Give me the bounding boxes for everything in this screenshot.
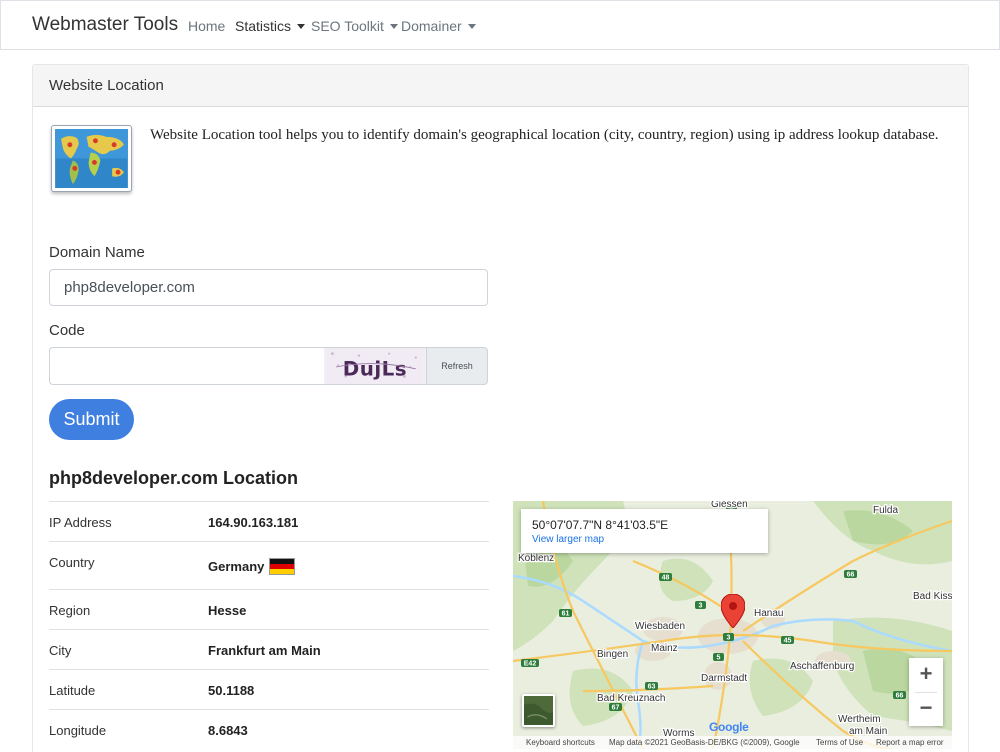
tool-description: Website Location tool helps you to ident… — [150, 127, 939, 143]
zoom-in-button[interactable]: + — [909, 658, 943, 692]
place-label: Mainz — [651, 643, 678, 654]
top-navbar: Webmaster Tools Home Statistics SEO Tool… — [0, 0, 1000, 50]
result-key: Region — [49, 603, 91, 618]
road-number-label: 3 — [727, 635, 731, 642]
nav-seo-toolkit[interactable]: SEO Toolkit — [311, 18, 398, 34]
place-label: Bad Kreuznach — [597, 693, 665, 704]
card-header: Website Location — [33, 65, 968, 107]
report-map-error-link[interactable]: Report a map error — [876, 738, 944, 747]
result-row-city: City Frankfurt am Main — [49, 629, 489, 669]
nav-statistics-label: Statistics — [235, 18, 292, 34]
caret-down-icon — [389, 24, 398, 29]
road-number-label: 45 — [784, 638, 792, 645]
google-logo-text: Google — [709, 720, 749, 734]
domain-name-label: Domain Name — [49, 244, 145, 261]
place-label: Aschaffenburg — [790, 661, 854, 672]
captcha-text: DujLs — [343, 357, 407, 380]
nav-home-label: Home — [188, 18, 226, 34]
nav-statistics[interactable]: Statistics — [235, 18, 306, 34]
caret-down-icon — [297, 24, 306, 29]
road-number-label: 66 — [896, 693, 904, 700]
nav-home[interactable]: Home — [188, 18, 225, 34]
road-number-label: 66 — [847, 572, 855, 579]
map-attribution-bar: Keyboard shortcuts Map data ©2021 GeoBas… — [513, 736, 952, 749]
world-map-icon — [51, 125, 132, 192]
place-label: Wertheim — [838, 714, 881, 725]
submit-button[interactable]: Submit — [49, 399, 134, 440]
nav-domainer-label: Domainer — [401, 18, 462, 34]
card-title: Website Location — [49, 77, 164, 94]
road-number-label: 61 — [562, 611, 570, 618]
result-title: php8developer.com Location — [49, 468, 299, 488]
road-number-label: E42 — [524, 661, 537, 668]
place-label: Darmstadt — [701, 673, 747, 684]
nav-seo-toolkit-label: SEO Toolkit — [311, 18, 384, 34]
zoom-out-button[interactable]: − — [909, 692, 943, 726]
map-coordinates: 50°07'07.7"N 8°41'03.5"E — [532, 518, 669, 532]
brand-logo-text[interactable]: Webmaster Tools — [32, 14, 178, 36]
place-label: Bad Kiss — [913, 591, 952, 602]
result-key: Longitude — [49, 723, 107, 738]
result-key: IP Address — [49, 515, 112, 530]
refresh-captcha-button[interactable]: Refresh — [426, 347, 488, 385]
captcha-code-input[interactable] — [49, 347, 324, 385]
result-row-longitude: Longitude 8.6843 — [49, 709, 489, 749]
keyboard-shortcuts-link[interactable]: Keyboard shortcuts — [526, 738, 595, 747]
satellite-thumbnail-icon — [524, 696, 553, 725]
result-value-country: Germany — [208, 558, 296, 575]
result-row-region: Region Hesse — [49, 589, 489, 629]
place-label: Koblenz — [518, 553, 554, 564]
result-value: 50.1188 — [208, 683, 255, 698]
location-map[interactable]: 5 66 61 3 45 E42 63 48 67 66 5 3 Giessen… — [513, 501, 952, 749]
result-key: Latitude — [49, 683, 96, 698]
place-label: Bingen — [597, 649, 628, 660]
result-key: Country — [49, 555, 95, 570]
location-pin-icon — [721, 594, 745, 628]
road-number-label: 67 — [612, 705, 620, 712]
road-number-label: 3 — [699, 603, 703, 610]
road-number-label: 5 — [717, 655, 721, 662]
captcha-image: DujLs — [324, 347, 426, 385]
result-row-latitude: Latitude 50.1188 — [49, 669, 489, 709]
zoom-controls: + − — [909, 658, 943, 726]
result-value: 8.6843 — [208, 723, 248, 738]
terms-of-use-link[interactable]: Terms of Use — [816, 738, 863, 747]
result-value: Germany — [208, 559, 265, 574]
place-label: Wiesbaden — [635, 621, 685, 632]
satellite-view-toggle[interactable] — [522, 694, 555, 727]
place-label: Hanau — [754, 608, 783, 619]
road-number-label: 48 — [662, 575, 670, 582]
domain-name-input[interactable] — [49, 269, 488, 306]
place-label: Fulda — [873, 505, 898, 516]
road-number-label: 63 — [648, 684, 656, 691]
result-value: Hesse — [208, 603, 247, 618]
de-flag-icon — [269, 558, 296, 575]
map-data-attribution: Map data ©2021 GeoBasis-DE/BKG (©2009), … — [609, 738, 800, 747]
result-key: City — [49, 643, 72, 658]
result-value: Frankfurt am Main — [208, 643, 321, 658]
nav-domainer[interactable]: Domainer — [401, 18, 476, 34]
google-logo: Google — [709, 720, 749, 734]
result-row-ip: IP Address 164.90.163.181 — [49, 501, 489, 541]
view-larger-map-link[interactable]: View larger map — [532, 534, 604, 545]
caret-down-icon — [467, 24, 476, 29]
result-value: 164.90.163.181 — [208, 515, 299, 530]
code-label: Code — [49, 322, 85, 339]
map-info-box: 50°07'07.7"N 8°41'03.5"E View larger map — [521, 509, 768, 553]
result-row-country: Country Germany — [49, 541, 489, 589]
